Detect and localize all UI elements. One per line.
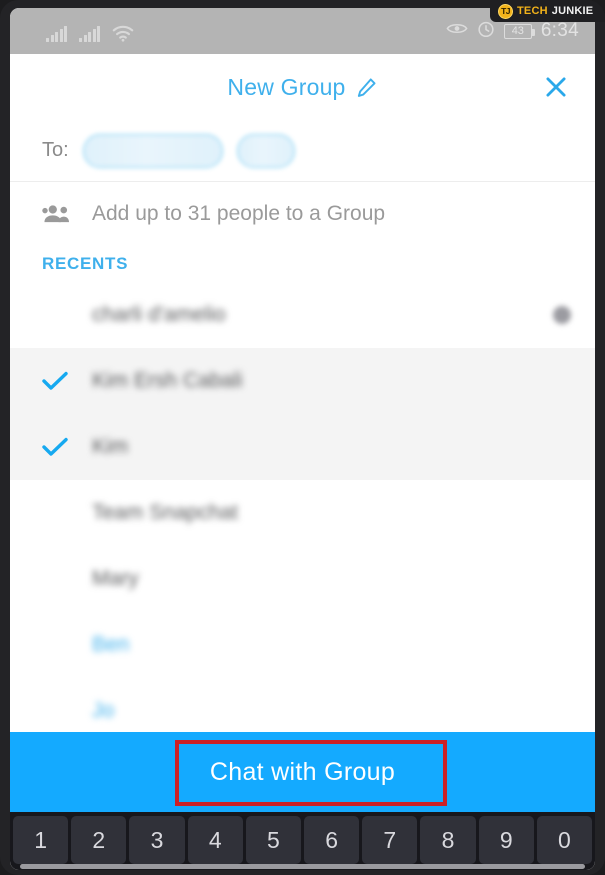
contact-name: charli d'amelio: [92, 303, 226, 326]
list-item[interactable]: Kim: [10, 414, 595, 480]
contact-name: Kim Ersh Cabali: [92, 369, 243, 392]
battery-level-text: 43: [511, 25, 524, 37]
row-status-badge: [553, 306, 571, 324]
device-screen: 43 6:34 New Group To: Add up to 31 peopl…: [10, 8, 595, 870]
recents-contact-list[interactable]: charli d'amelio Kim Ersh Cabali Kim Team…: [10, 282, 595, 732]
list-item[interactable]: Jo: [10, 678, 595, 732]
alarm-clock-icon: [477, 20, 495, 43]
key-8[interactable]: 8: [420, 816, 476, 864]
contact-name: Team Snapchat: [92, 501, 238, 524]
tj-logo-icon: TJ: [498, 3, 513, 19]
key-4[interactable]: 4: [187, 816, 243, 864]
battery-indicator: 43: [503, 23, 535, 39]
contact-name: Mary: [92, 567, 139, 590]
key-7[interactable]: 7: [362, 816, 418, 864]
key-0[interactable]: 0: [536, 816, 593, 864]
pencil-icon[interactable]: [355, 76, 378, 99]
chat-with-group-button[interactable]: Chat with Group: [174, 742, 431, 803]
app-header: New Group: [10, 54, 595, 120]
recipient-chip-1[interactable]: [82, 133, 223, 168]
add-people-row[interactable]: Add up to 31 people to a Group: [10, 182, 595, 246]
recents-section-header: RECENTS: [42, 254, 129, 273]
people-group-icon: [42, 203, 72, 225]
contact-name: Kim: [92, 435, 129, 458]
contact-name: Jo: [92, 699, 115, 722]
list-item[interactable]: Team Snapchat: [10, 480, 595, 546]
key-6[interactable]: 6: [304, 816, 360, 864]
chat-with-group-bar[interactable]: Chat with Group: [10, 732, 595, 812]
recipient-chip-2[interactable]: [236, 133, 295, 168]
status-bar-clock: 6:34: [540, 20, 579, 41]
add-people-label: Add up to 31 people to a Group: [92, 202, 386, 225]
list-item[interactable]: Mary: [10, 546, 595, 612]
list-item[interactable]: Ben: [10, 612, 595, 678]
key-2[interactable]: 2: [71, 816, 127, 864]
key-5[interactable]: 5: [245, 816, 302, 864]
key-1[interactable]: 1: [13, 816, 69, 864]
key-3[interactable]: 3: [129, 816, 185, 864]
to-label: To:: [42, 139, 69, 161]
wifi-icon: [112, 25, 134, 42]
close-button[interactable]: [539, 70, 573, 104]
key-9[interactable]: 9: [478, 816, 534, 864]
header-title-group[interactable]: New Group: [227, 74, 377, 101]
contact-name: Ben: [92, 633, 130, 656]
watermark-text-secondary: JUNKIE: [551, 5, 594, 17]
list-item[interactable]: Kim Ersh Cabali: [10, 348, 595, 414]
device-frame: 43 6:34 New Group To: Add up to 31 peopl…: [0, 0, 605, 875]
eye-icon: [446, 21, 468, 41]
close-icon: [546, 77, 566, 97]
list-item[interactable]: charli d'amelio: [10, 282, 595, 348]
signal-bars-icon-2: [79, 26, 100, 42]
keyboard-drag-handle[interactable]: [20, 864, 585, 869]
status-bar-left-icons: [46, 20, 134, 42]
techjunkie-watermark: TJ TECH JUNKIE: [490, 0, 605, 22]
new-group-screen: New Group To: Add up to 31 people to a G…: [10, 54, 595, 870]
numeric-keyboard-row[interactable]: 1 2 3 4 5 6 7 8 9 0: [10, 812, 595, 870]
check-icon: [42, 437, 68, 457]
check-icon: [42, 371, 68, 391]
status-bar-right-icons: 43 6:34: [446, 20, 579, 43]
page-title: New Group: [227, 73, 346, 100]
to-recipients-row[interactable]: To:: [10, 120, 595, 182]
watermark-text-primary: TECH: [517, 5, 548, 17]
signal-bars-icon: [46, 26, 67, 42]
